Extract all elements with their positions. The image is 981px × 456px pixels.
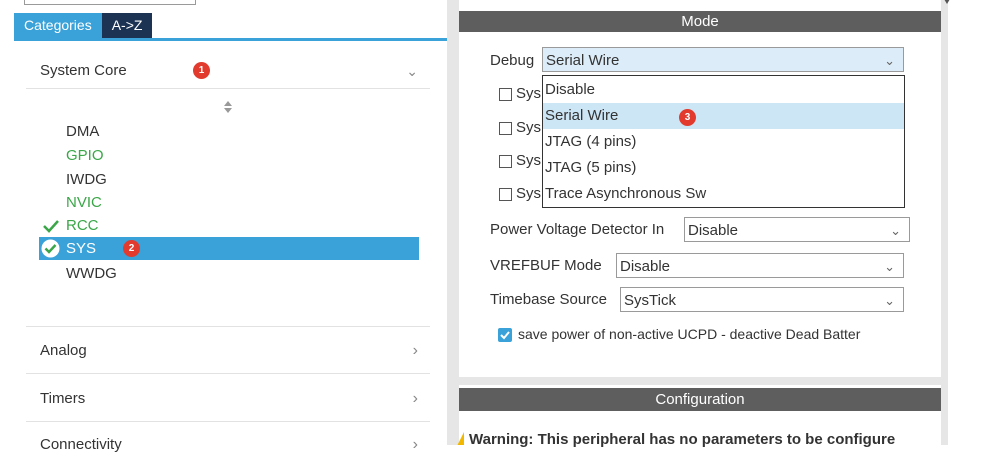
- category-timers[interactable]: Timers ›: [40, 388, 418, 410]
- step-badge-2: 2: [123, 240, 140, 257]
- debug-option-jtag-4[interactable]: JTAG (4 pins): [543, 129, 904, 155]
- divider: [26, 373, 430, 374]
- sort-updown-icon[interactable]: [223, 100, 233, 114]
- chevron-right-icon: ›: [412, 342, 418, 359]
- sys-checkbox-label: Sys: [516, 152, 542, 169]
- timebase-select[interactable]: SysTick ⌄: [620, 287, 904, 312]
- chevron-down-icon: ⌄: [884, 53, 895, 68]
- sys-checkbox-1[interactable]: [499, 88, 512, 101]
- divider: [26, 326, 430, 327]
- debug-option-trace-async[interactable]: Trace Asynchronous Sw: [543, 181, 904, 207]
- category-connectivity[interactable]: Connectivity ›: [40, 434, 418, 456]
- chevron-down-icon: ⌄: [884, 293, 895, 308]
- configuration-header: Configuration: [459, 388, 941, 411]
- mode-config-panel: Mode Debug Serial Wire ⌄ Sys Sys Sys Sys…: [447, 0, 948, 448]
- debug-option-disable[interactable]: Disable: [543, 77, 904, 103]
- sys-checkbox-2[interactable]: [499, 122, 512, 135]
- periph-rcc[interactable]: RCC: [66, 214, 99, 237]
- sys-checkbox-label: Sys: [516, 119, 542, 136]
- ucpd-checkbox[interactable]: [498, 328, 512, 342]
- sys-checkbox-label: Sys: [516, 185, 542, 202]
- check-circle-icon: [41, 239, 60, 258]
- step-badge-3: 3: [679, 109, 696, 126]
- vrefbuf-select-value: Disable: [620, 258, 671, 275]
- search-input[interactable]: [24, 0, 196, 5]
- chevron-right-icon: ›: [412, 390, 418, 407]
- category-system-core[interactable]: System Core ⌄: [40, 60, 418, 82]
- debug-select-value: Serial Wire: [546, 52, 620, 69]
- tab-categories[interactable]: Categories: [14, 13, 102, 38]
- pvd-label: Power Voltage Detector In: [490, 221, 665, 238]
- mode-header: Mode: [459, 11, 941, 32]
- debug-option-jtag-5[interactable]: JTAG (5 pins): [543, 155, 904, 181]
- chevron-down-icon: ⌄: [890, 223, 901, 238]
- sys-checkbox-label: Sys: [516, 85, 542, 102]
- pvd-select-value: Disable: [688, 222, 739, 239]
- periph-iwdg[interactable]: IWDG: [66, 168, 107, 191]
- timebase-label: Timebase Source: [490, 291, 607, 308]
- chevron-down-icon: ⌄: [406, 63, 418, 79]
- divider: [26, 421, 430, 422]
- timebase-select-value: SysTick: [624, 292, 676, 309]
- debug-option-serial-wire[interactable]: Serial Wire: [543, 103, 904, 129]
- chevron-down-icon: ⌄: [884, 259, 895, 274]
- vrefbuf-label: VREFBUF Mode: [490, 257, 602, 274]
- check-icon: [43, 219, 59, 233]
- periph-sys-label: SYS: [66, 240, 97, 257]
- periph-wwdg[interactable]: WWDG: [66, 262, 117, 285]
- pvd-select[interactable]: Disable ⌄: [684, 217, 910, 242]
- category-label: System Core: [40, 62, 127, 79]
- category-label: Timers: [40, 390, 86, 407]
- configuration-warning: Warning: This peripheral has no paramete…: [469, 431, 896, 448]
- divider: [26, 88, 430, 89]
- sys-checkbox-3[interactable]: [499, 155, 512, 168]
- tab-underline: [14, 38, 447, 41]
- view-tabs: Categories A->Z: [14, 13, 153, 38]
- debug-label: Debug: [490, 52, 535, 69]
- periph-dma[interactable]: DMA: [66, 120, 99, 143]
- chevron-right-icon: ›: [412, 436, 418, 453]
- debug-dropdown-list: Disable Serial Wire JTAG (4 pins) JTAG (…: [542, 75, 905, 208]
- collapse-arrow-icon[interactable]: [941, 0, 953, 4]
- category-label: Analog: [40, 342, 87, 359]
- ucpd-label: save power of non-active UCPD - deactive…: [518, 326, 861, 342]
- periph-nvic[interactable]: NVIC: [66, 191, 102, 214]
- vrefbuf-select[interactable]: Disable ⌄: [616, 253, 904, 278]
- periph-gpio[interactable]: GPIO: [66, 144, 104, 167]
- step-badge-1: 1: [193, 62, 210, 79]
- check-icon: [500, 331, 510, 340]
- sys-checkbox-4[interactable]: [499, 188, 512, 201]
- warning-icon: [456, 431, 464, 445]
- tab-a-z[interactable]: A->Z: [101, 13, 153, 38]
- periph-sys[interactable]: SYS: [39, 237, 419, 260]
- debug-select[interactable]: Serial Wire ⌄: [542, 47, 904, 72]
- category-analog[interactable]: Analog ›: [40, 340, 418, 362]
